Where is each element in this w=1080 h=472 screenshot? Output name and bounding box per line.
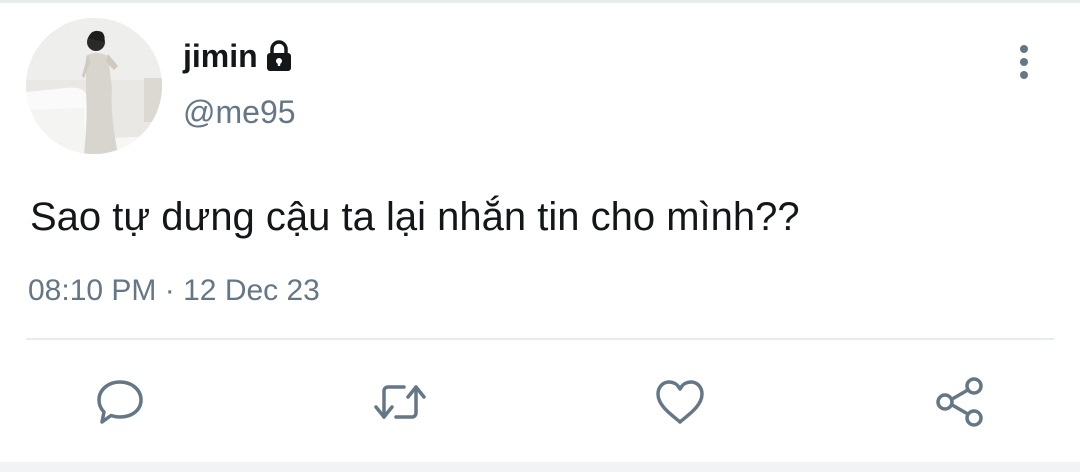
avatar-photo xyxy=(26,18,162,154)
reply-button[interactable] xyxy=(90,372,150,432)
action-bar xyxy=(0,372,1080,432)
like-button[interactable] xyxy=(650,372,710,432)
display-name[interactable]: jimin xyxy=(183,40,258,72)
tweet-card: jimin @me95 Sao tự dưng cậu ta lại nhắn … xyxy=(0,0,1080,462)
heart-icon xyxy=(656,380,704,424)
share-icon xyxy=(936,377,983,427)
meta-separator: · xyxy=(164,274,175,307)
user-handle[interactable]: @me95 xyxy=(183,96,296,128)
speech-bubble-icon xyxy=(97,380,143,424)
display-name-row: jimin xyxy=(183,34,292,78)
tweet-timestamp: 08:10 PM · 12 Dec 23 xyxy=(28,274,320,309)
lock-icon xyxy=(266,39,292,73)
action-divider xyxy=(26,338,1054,340)
retweet-icon xyxy=(374,385,426,419)
tweet-text: Sao tự dưng cậu ta lại nhắn tin cho mình… xyxy=(30,195,800,239)
bottom-divider xyxy=(0,462,1080,472)
retweet-button[interactable] xyxy=(370,372,430,432)
more-options-button[interactable] xyxy=(1004,40,1044,84)
vertical-dots-icon xyxy=(1020,45,1028,79)
avatar[interactable] xyxy=(26,18,162,154)
tweet-time: 08:10 PM xyxy=(28,274,157,307)
tweet-date: 12 Dec 23 xyxy=(183,274,320,307)
share-button[interactable] xyxy=(930,372,990,432)
